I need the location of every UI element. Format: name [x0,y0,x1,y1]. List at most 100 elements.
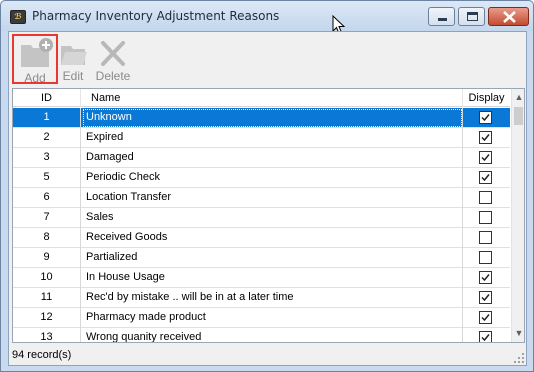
add-folder-icon [21,38,53,67]
delete-label: Delete [95,69,131,83]
checkmark-icon [481,134,490,142]
app-window: ℬ Pharmacy Inventory Adjustment Reasons … [0,0,534,372]
checkmark-icon [481,314,490,322]
grid-header: ID Name Display [13,89,510,107]
table-row[interactable]: 6 Location Transfer [13,188,510,208]
checkmark-icon [481,294,490,302]
minimize-icon [438,18,447,21]
row-id: 3 [13,148,81,168]
row-display-cell [463,268,510,288]
edit-label: Edit [62,69,84,83]
row-id: 1 [13,108,81,128]
table-row[interactable]: 5 Periodic Check [13,168,510,188]
column-header-id[interactable]: ID [13,89,81,107]
record-count: 94 record(s) [12,349,72,361]
table-row[interactable]: 8 Received Goods [13,228,510,248]
delete-button[interactable]: Delete [91,34,135,84]
row-display-cell [463,108,510,128]
display-checkbox[interactable] [479,151,492,164]
row-id: 5 [13,168,81,188]
checkmark-icon [481,174,490,182]
row-id: 6 [13,188,81,208]
display-checkbox[interactable] [479,231,492,244]
row-name: Received Goods [82,228,463,248]
display-checkbox[interactable] [479,271,492,284]
row-id: 10 [13,268,81,288]
resize-grip-icon[interactable] [514,353,524,363]
row-name: Rec'd by mistake .. will be in at a late… [82,288,463,308]
table-row[interactable]: 7 Sales [13,208,510,228]
row-id: 7 [13,208,81,228]
table-row[interactable]: 11 Rec'd by mistake .. will be in at a la… [13,288,510,308]
display-checkbox[interactable] [479,291,492,304]
row-name: Damaged [82,148,463,168]
vertical-scrollbar[interactable]: ▲ ▼ [511,89,524,342]
row-display-cell [463,308,510,328]
row-name: Partialized [82,248,463,268]
add-button[interactable]: Add [12,34,58,85]
table-row[interactable]: 9 Partialized [13,248,510,268]
row-id: 9 [13,248,81,268]
checkmark-icon [481,274,490,282]
maximize-icon [467,12,478,21]
checkmark-icon [481,334,490,342]
row-display-cell [463,248,510,268]
reasons-grid: ID Name Display 1 Unknown 2 Expired 3 Damaged… [12,88,525,343]
table-row[interactable]: 10 In House Usage [13,268,510,288]
display-checkbox[interactable] [479,131,492,144]
row-id: 2 [13,128,81,148]
checkmark-icon [481,154,490,162]
row-display-cell [463,148,510,168]
column-header-name[interactable]: Name [82,89,463,107]
row-display-cell [463,168,510,188]
table-row[interactable]: 12 Pharmacy made product [13,308,510,328]
display-checkbox[interactable] [479,211,492,224]
delete-x-icon [101,41,125,66]
row-display-cell [463,288,510,308]
close-button[interactable] [488,7,529,26]
table-row[interactable]: 1 Unknown [13,108,510,128]
row-display-cell [463,328,510,342]
row-name: Pharmacy made product [82,308,463,328]
close-icon [503,11,516,23]
row-name: Wrong quanity received [82,328,463,342]
row-name: In House Usage [82,268,463,288]
row-name: Sales [82,208,463,228]
row-name: Expired [82,128,463,148]
app-icon-glyph: ℬ [14,12,22,21]
status-bar: 94 record(s) [9,345,526,365]
display-checkbox[interactable] [479,171,492,184]
scroll-down-arrow-icon[interactable]: ▼ [512,325,524,342]
client-area: Add Edit Delete ID Name Display 1 Unknow… [8,31,527,366]
table-row[interactable]: 2 Expired [13,128,510,148]
display-checkbox[interactable] [479,191,492,204]
row-name: Periodic Check [82,168,463,188]
column-header-display[interactable]: Display [463,89,510,107]
edit-button[interactable]: Edit [59,34,87,84]
display-checkbox[interactable] [479,251,492,264]
row-display-cell [463,128,510,148]
title-bar[interactable]: ℬ Pharmacy Inventory Adjustment Reasons [1,1,533,35]
maximize-button[interactable] [458,7,485,26]
table-row[interactable]: 13 Wrong quanity received [13,328,510,342]
checkmark-icon [481,114,490,122]
display-checkbox[interactable] [479,111,492,124]
row-name: Location Transfer [82,188,463,208]
minimize-button[interactable] [428,7,455,26]
row-name: Unknown [82,108,463,128]
row-display-cell [463,208,510,228]
toolbar: Add Edit Delete [9,32,526,87]
edit-folder-icon [61,46,87,65]
grid-rows: 1 Unknown 2 Expired 3 Damaged 5 Periodic Check 6… [13,108,510,342]
table-row[interactable]: 3 Damaged [13,148,510,168]
row-id: 11 [13,288,81,308]
scroll-thumb[interactable] [514,107,523,125]
add-label: Add [24,71,46,85]
display-checkbox[interactable] [479,331,492,342]
scroll-up-arrow-icon[interactable]: ▲ [512,89,524,106]
row-id: 13 [13,328,81,342]
display-checkbox[interactable] [479,311,492,324]
app-icon[interactable]: ℬ [10,10,26,24]
row-id: 12 [13,308,81,328]
window-title: Pharmacy Inventory Adjustment Reasons [32,9,280,23]
